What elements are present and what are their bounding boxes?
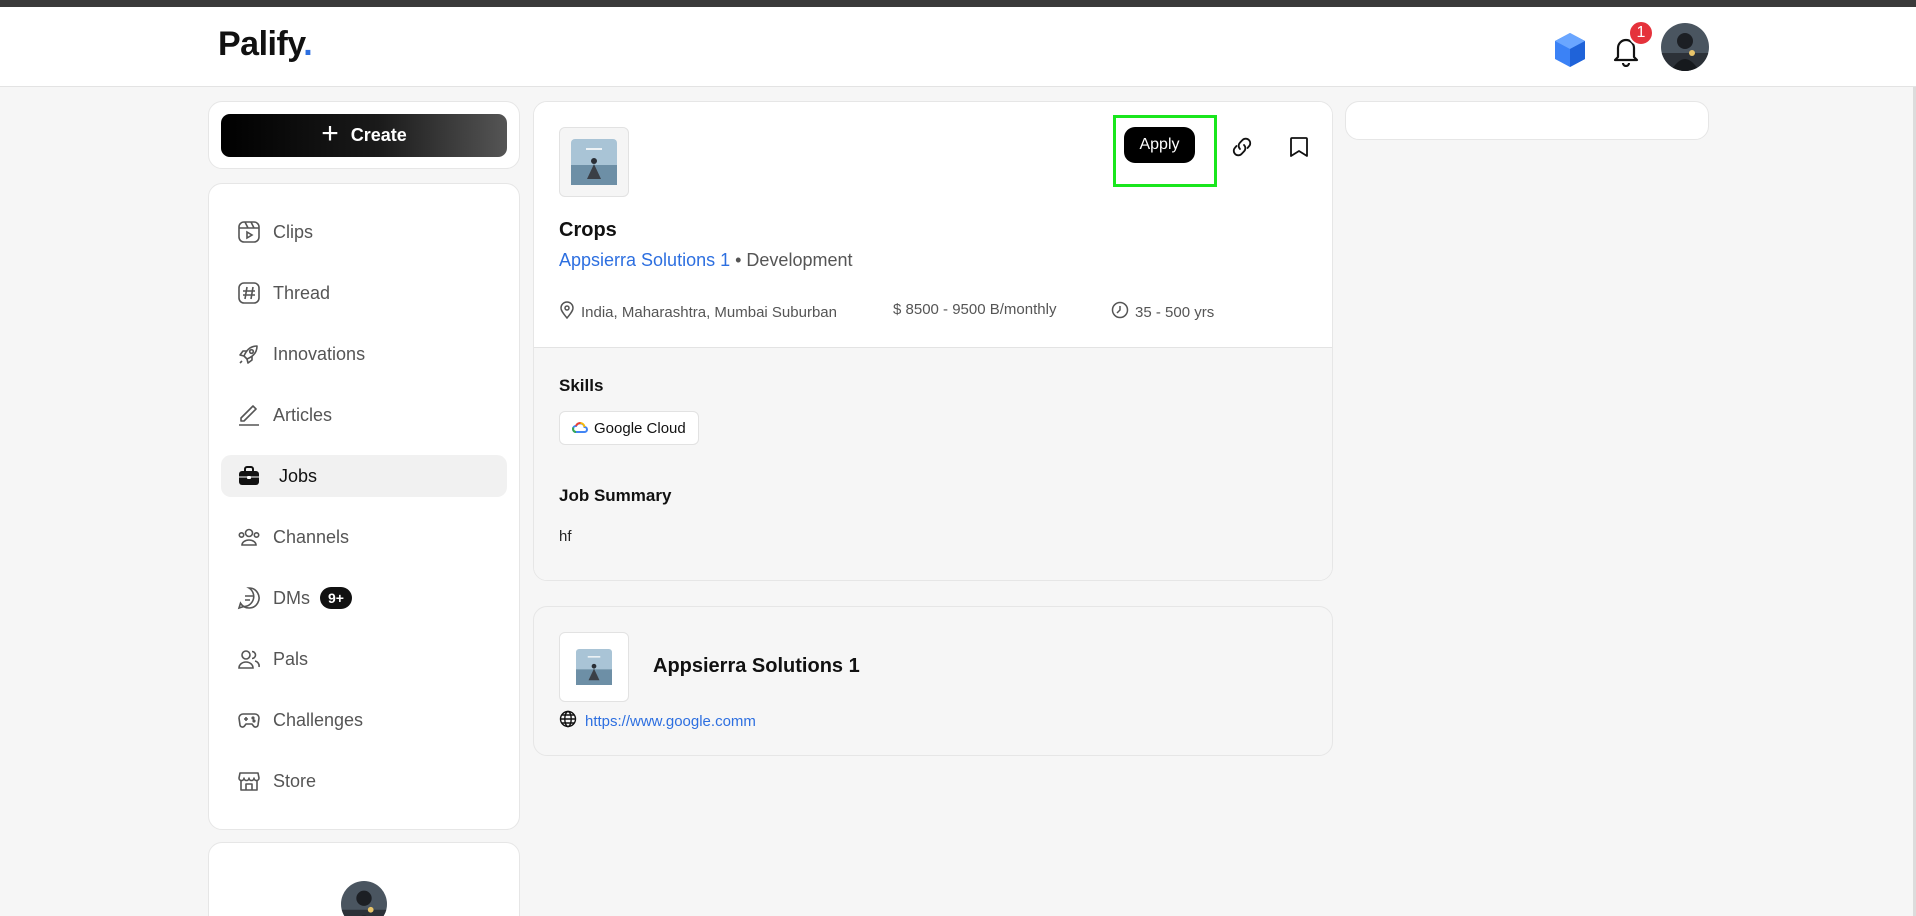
skill-chip: Google Cloud — [559, 411, 699, 445]
sidebar-item-articles[interactable]: Articles — [221, 394, 507, 436]
sidebar-item-challenges[interactable]: Challenges — [221, 699, 507, 741]
company-card-logo — [559, 632, 629, 702]
sidebar-item-channels[interactable]: Channels — [221, 516, 507, 558]
job-detail-card: Apply Crops Appsierra Solutions 1 • Deve… — [533, 101, 1333, 581]
globe-icon — [559, 710, 577, 732]
job-experience: 35 - 500 yrs — [1111, 301, 1214, 323]
gamepad-icon — [237, 708, 261, 732]
top-strip — [0, 0, 1916, 7]
company-website[interactable]: https://www.google.comm — [559, 710, 756, 732]
sidebar-item-jobs[interactable]: Jobs — [221, 455, 507, 497]
sidebar-nav: Clips Thread Innovations Articles Jobs C… — [208, 183, 520, 830]
right-panel — [1345, 101, 1709, 140]
users-icon — [237, 525, 261, 549]
job-location: India, Maharashtra, Mumbai Suburban — [559, 301, 837, 323]
company-name[interactable]: Appsierra Solutions 1 — [653, 655, 860, 678]
profile-card — [208, 842, 520, 916]
user-avatar[interactable] — [1661, 23, 1709, 71]
link-icon[interactable] — [1227, 132, 1257, 162]
apply-button[interactable]: Apply — [1124, 127, 1195, 163]
create-card: + Create — [208, 101, 520, 169]
chat-icon — [237, 586, 261, 610]
sidebar-item-pals[interactable]: Pals — [221, 638, 507, 680]
palify-logo[interactable]: Palify. — [218, 25, 313, 64]
premium-diamond-icon[interactable] — [1553, 32, 1587, 68]
clock-icon — [1111, 301, 1129, 323]
sidebar-item-dms[interactable]: DMs 9+ — [221, 577, 507, 619]
job-summary-heading: Job Summary — [559, 486, 672, 505]
location-pin-icon — [559, 301, 575, 323]
rocket-icon — [237, 342, 261, 366]
plus-icon: + — [321, 117, 339, 150]
dm-count-badge: 9+ — [320, 587, 352, 609]
sidebar-item-innovations[interactable]: Innovations — [221, 333, 507, 375]
briefcase-icon — [237, 464, 261, 488]
job-details: Skills Google Cloud Job Summary hf — [534, 347, 1332, 580]
company-logo — [559, 127, 629, 197]
pen-icon — [237, 403, 261, 427]
sidebar-item-store[interactable]: Store — [221, 760, 507, 802]
sidebar-item-clips[interactable]: Clips — [221, 211, 507, 253]
sidebar-item-thread[interactable]: Thread — [221, 272, 507, 314]
store-icon — [237, 769, 261, 793]
job-salary: $ 8500 - 9500 B/monthly — [893, 301, 1057, 318]
job-title: Crops — [559, 219, 617, 241]
bookmark-icon[interactable] — [1284, 132, 1314, 162]
skills-heading: Skills — [559, 376, 604, 395]
job-category: Development — [746, 250, 853, 270]
apply-highlight: Apply — [1113, 115, 1217, 187]
clips-icon — [237, 220, 261, 244]
company-card: Appsierra Solutions 1 https://www.google… — [533, 606, 1333, 756]
header: Palify. 1 — [0, 7, 1916, 87]
job-summary-text: hf — [559, 528, 572, 545]
hash-icon — [237, 281, 261, 305]
create-button[interactable]: + Create — [221, 114, 507, 157]
company-link[interactable]: Appsierra Solutions 1 — [559, 250, 730, 270]
job-header: Apply Crops Appsierra Solutions 1 • Deve… — [534, 102, 1332, 347]
pals-icon — [237, 647, 261, 671]
job-subtitle: Appsierra Solutions 1 • Development — [559, 250, 853, 270]
notification-badge: 1 — [1628, 20, 1654, 46]
google-cloud-icon — [572, 420, 588, 437]
profile-avatar[interactable] — [341, 881, 387, 916]
